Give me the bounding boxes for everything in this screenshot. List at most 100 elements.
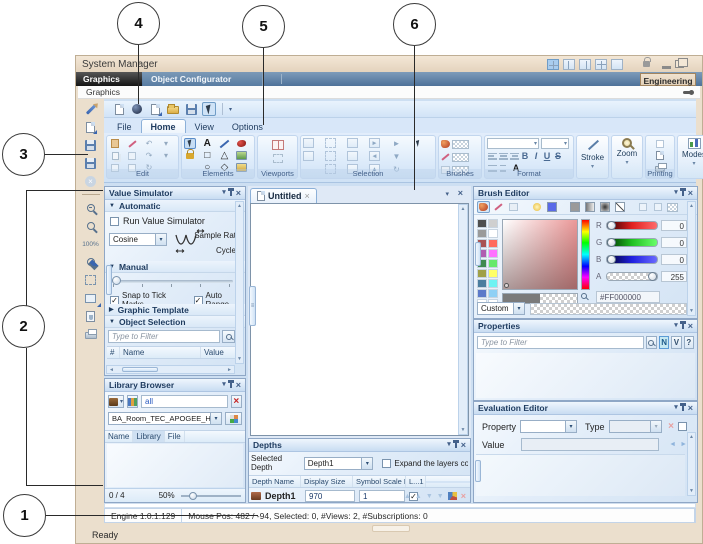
depth-brush-icon[interactable] — [448, 492, 457, 500]
vertical-scrollbar[interactable]: ▲ ▼ — [235, 201, 244, 364]
panel-menu-icon[interactable]: ▾ — [674, 404, 678, 412]
canvas[interactable] — [250, 203, 469, 436]
radial-gradient-icon[interactable] — [598, 201, 611, 213]
pencil-tool-icon[interactable] — [83, 102, 98, 116]
library-package-button[interactable]: ▾ — [108, 395, 124, 408]
pin-icon[interactable] — [682, 323, 684, 329]
color-swatch[interactable] — [477, 289, 487, 298]
fill-format-icon[interactable] — [126, 150, 138, 161]
move-up-icon[interactable]: ▲ — [404, 493, 411, 500]
image-tool-icon[interactable] — [236, 150, 248, 161]
scroll-down-icon[interactable]: ▼ — [689, 308, 694, 314]
color-swatch[interactable] — [488, 219, 498, 228]
solid-fill-icon[interactable] — [568, 201, 581, 213]
group-icon[interactable] — [347, 138, 358, 148]
pointer-tool-icon[interactable] — [184, 138, 196, 149]
brush-preview-bar[interactable] — [530, 303, 687, 315]
move-bottom-icon[interactable]: ▼ — [437, 493, 444, 500]
column-name[interactable]: Name — [120, 347, 201, 358]
stroke-brush-icon[interactable] — [441, 153, 449, 160]
eyedropper-icon[interactable] — [581, 293, 587, 299]
column-display-size[interactable]: Display Size — [301, 476, 353, 487]
scrollbar-thumb[interactable] — [106, 265, 112, 295]
document-tab[interactable]: Untitled × — [250, 188, 317, 203]
brush-type-combo[interactable]: Custom ▾ — [477, 302, 525, 315]
color-swatch[interactable] — [488, 279, 498, 288]
color-swatch[interactable] — [488, 289, 498, 298]
column-extra[interactable] — [426, 481, 470, 483]
zoom-dropdown-icon[interactable]: ▾ — [625, 159, 628, 166]
library-view-button[interactable] — [127, 395, 138, 408]
pin-icon[interactable] — [455, 442, 457, 448]
brightness-icon[interactable] — [530, 201, 543, 213]
freeform-tool-icon[interactable] — [236, 138, 248, 149]
pin-icon[interactable] — [682, 405, 684, 411]
scrollbar-thumb[interactable] — [475, 242, 481, 266]
library-list-area[interactable] — [107, 444, 243, 487]
panel-menu-icon[interactable]: ▾ — [222, 381, 226, 389]
open-folder-icon[interactable] — [166, 102, 180, 116]
line-tool-icon[interactable] — [219, 138, 231, 149]
delete-depth-icon[interactable]: × — [461, 491, 466, 501]
property-combo[interactable]: ▾ — [520, 420, 577, 433]
search-icon[interactable] — [646, 336, 657, 349]
layout-single-button[interactable] — [611, 59, 623, 70]
clear-search-button[interactable]: × — [231, 395, 242, 408]
library-zoom-slider[interactable] — [181, 495, 241, 497]
scroll-left-icon[interactable]: ◄ — [109, 367, 114, 373]
object-table-header[interactable]: # Name Value — [107, 346, 235, 359]
bold-icon[interactable]: B — [520, 151, 530, 161]
nav-tab-object-configurator[interactable]: Object Configurator — [143, 72, 263, 86]
scrollbar-thumb[interactable] — [122, 367, 158, 372]
redo-dropdown-icon[interactable]: ▾ — [160, 150, 172, 161]
import-file-icon[interactable] — [148, 102, 162, 116]
slider-thumb[interactable] — [607, 255, 616, 264]
alpha-slider[interactable] — [606, 272, 658, 281]
lock-element-icon[interactable] — [184, 150, 196, 161]
image-mode-icon[interactable] — [507, 201, 520, 213]
next-icon[interactable]: ► — [680, 441, 687, 448]
stroke-button[interactable]: Stroke ▾ — [576, 135, 609, 179]
clear-evaluation-icon[interactable]: × — [668, 421, 674, 432]
panel-menu-icon[interactable]: ▾ — [674, 189, 678, 197]
send-backward-icon[interactable]: ◄ — [369, 151, 380, 161]
column-file[interactable]: File — [165, 431, 185, 442]
linear-gradient-icon[interactable] — [583, 201, 596, 213]
auto-hide-icon[interactable] — [683, 91, 692, 94]
close-icon[interactable]: × — [236, 189, 241, 198]
slider-thumb[interactable] — [112, 276, 121, 285]
properties-list-area[interactable] — [476, 353, 695, 398]
blue-slider[interactable] — [606, 255, 658, 264]
marquee-select-icon[interactable] — [83, 273, 98, 287]
close-icon[interactable]: × — [236, 381, 241, 390]
properties-filter-input[interactable] — [477, 336, 644, 349]
color-swatch[interactable] — [477, 279, 487, 288]
color-swatch[interactable] — [477, 269, 487, 278]
select-mode-icon[interactable] — [202, 102, 216, 116]
viewport-select-icon[interactable] — [272, 153, 284, 164]
undo-dropdown-icon[interactable]: ▾ — [160, 138, 172, 149]
italic-icon[interactable]: I — [531, 151, 541, 161]
minimize-button[interactable] — [662, 66, 671, 69]
canvas-vertical-scrollbar[interactable]: ▲ ▼ — [458, 204, 468, 435]
close-icon[interactable]: × — [688, 404, 693, 413]
layout-quad-button[interactable] — [595, 59, 607, 70]
close-icon[interactable]: × — [688, 189, 693, 198]
modes-dropdown-icon[interactable]: ▾ — [692, 160, 695, 167]
select-expand-icon[interactable] — [325, 151, 336, 161]
display-size-input[interactable] — [305, 490, 355, 502]
stroke-pattern-swatch[interactable] — [452, 153, 469, 162]
modes-button[interactable]: Modes ▾ — [677, 135, 703, 179]
section-automatic[interactable]: ▼ Automatic — [105, 200, 245, 212]
stroke-mode-icon[interactable] — [492, 201, 505, 213]
column-l1[interactable]: L...1 — [406, 476, 426, 487]
scroll-up-icon[interactable]: ▲ — [237, 203, 242, 209]
value-input[interactable] — [521, 438, 659, 451]
save-file-icon[interactable] — [184, 102, 198, 116]
tab-home[interactable]: Home — [141, 119, 186, 133]
zoom-in-icon[interactable] — [83, 201, 98, 215]
library-search-input[interactable] — [141, 395, 228, 408]
depths-table-header[interactable]: Depth Name Display Size Symbol Scale Fac… — [249, 475, 470, 488]
run-value-simulator-checkbox[interactable] — [110, 217, 119, 226]
pin-icon[interactable] — [230, 190, 232, 196]
